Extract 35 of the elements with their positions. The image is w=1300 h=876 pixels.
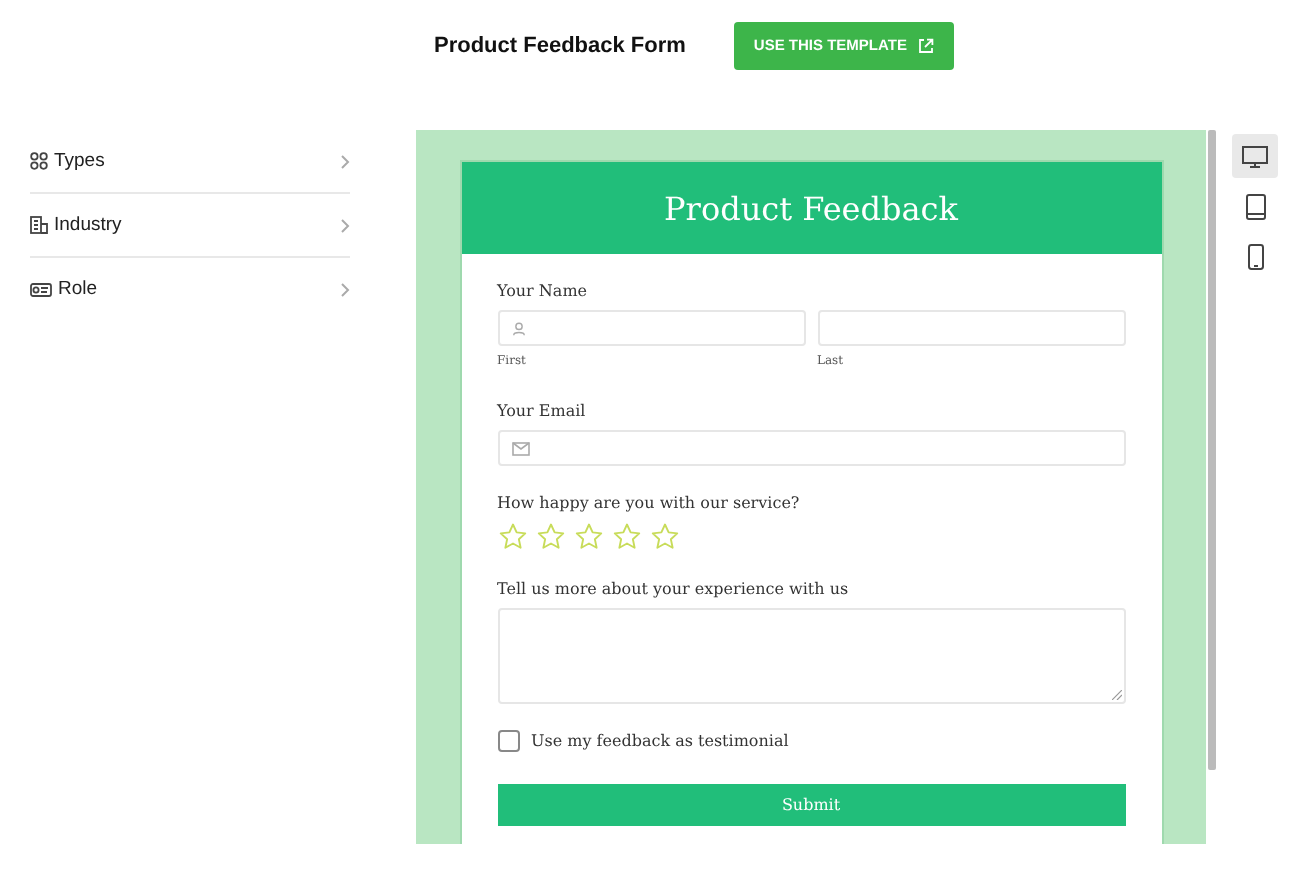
field-label: Tell us more about your experience with us [497,580,851,598]
text-area[interactable] [497,608,1125,704]
envelope-icon [511,441,529,455]
resize-grip-icon[interactable] [1111,690,1121,700]
desktop-view-button[interactable] [1232,134,1278,178]
form-header: Product Feedback [461,162,1161,254]
star-icon[interactable] [573,522,603,552]
tablet-icon [1245,193,1265,219]
chevron-right-icon [340,153,350,169]
field-label: Your Name [497,282,590,300]
input-field[interactable] [497,430,1125,466]
person-icon [511,321,525,335]
star-icon[interactable] [649,522,679,552]
input-field[interactable] [817,310,1125,346]
desktop-icon [1242,145,1268,167]
checkbox-label: Use my feedback as testimonial [531,732,789,750]
field-label: Your Email [497,402,588,420]
scrollbar[interactable] [1208,130,1216,770]
form-title: Product Feedback Form [434,33,686,57]
sidebar-item[interactable]: Industry [30,194,350,258]
checkbox[interactable] [497,730,519,752]
sidebar-item[interactable]: Role [30,258,350,320]
star-icon[interactable] [497,522,527,552]
star-icon[interactable] [535,522,565,552]
industry-icon [30,216,48,234]
question-label: How happy are you with our service? [497,494,802,512]
types-icon [30,152,48,170]
chevron-right-icon [340,281,350,297]
input-field[interactable] [497,310,805,346]
star-icon[interactable] [611,522,641,552]
sidebar-item[interactable]: Types [30,130,350,194]
external-link-icon [918,37,935,53]
phone-icon [1247,243,1263,269]
chevron-right-icon [340,217,350,233]
role-icon [30,281,52,297]
